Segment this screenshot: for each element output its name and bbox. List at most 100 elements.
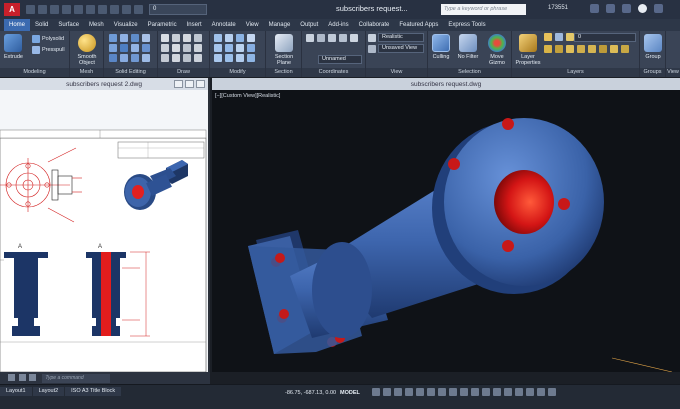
layer-unisolate-icon[interactable] [555,45,563,53]
customize-icon[interactable] [18,373,26,381]
move-icon[interactable] [214,34,222,42]
move-gizmo-button[interactable]: Move Gizmo [484,34,510,66]
point-icon[interactable] [172,54,180,62]
erase-icon[interactable] [236,54,244,62]
tab-home[interactable]: Home [4,19,31,31]
culling-button[interactable]: Culling [430,34,452,60]
region-icon[interactable] [161,54,169,62]
open-icon[interactable] [38,5,47,14]
tab-solid[interactable]: Solid [30,19,53,31]
layer-freeze-icon[interactable] [555,33,563,41]
cart-icon[interactable] [590,4,599,13]
layer-previous-icon[interactable] [577,45,585,53]
polysolid-button[interactable]: Polysolid [32,35,64,43]
recent-commands-icon[interactable] [29,373,37,381]
layer-lock-icon[interactable] [566,33,574,41]
array-icon[interactable] [214,44,222,52]
layer-match-icon[interactable] [566,45,574,53]
drawing-sheet[interactable]: A A [0,90,208,373]
color-icon[interactable] [134,5,143,14]
ucs-origin-icon[interactable] [328,34,336,42]
exchange-icon[interactable] [606,4,615,13]
slice-icon[interactable] [109,44,117,52]
panel-title-solid-editing[interactable]: Solid Editing [104,68,157,77]
tab-express-tools[interactable]: Express Tools [443,19,490,31]
panel-title-groups[interactable]: Groups [640,68,665,77]
fillet-edge-icon[interactable] [142,34,150,42]
smooth-object-button[interactable]: Smooth Object [72,34,102,66]
new-icon[interactable] [26,5,35,14]
thicken-icon[interactable] [120,44,128,52]
mirror-icon[interactable] [247,34,255,42]
layer-walk-icon[interactable] [599,45,607,53]
layer-off-icon[interactable] [588,45,596,53]
ucs-name-combo[interactable]: Unnamed [318,55,362,64]
osnap-icon[interactable] [416,388,424,396]
trim-icon[interactable] [225,44,233,52]
ucs-z-icon[interactable] [339,34,347,42]
shell-icon[interactable] [142,54,150,62]
save-icon[interactable] [50,5,59,14]
tab-parametric[interactable]: Parametric [143,19,182,31]
help-icon[interactable] [638,4,647,13]
selection-cycling-icon[interactable] [460,388,468,396]
panel-title-view[interactable]: View [366,68,427,77]
panel-title-selection[interactable]: Selection [428,68,511,77]
layer-properties-button[interactable]: Layer Properties [514,34,542,66]
workspace-icon[interactable] [504,388,512,396]
circle-icon[interactable] [183,34,191,42]
spline-icon[interactable] [183,44,191,52]
offset-edge-icon[interactable] [120,54,128,62]
a360-icon[interactable] [622,4,631,13]
explode-icon[interactable] [225,54,233,62]
polyline-icon[interactable] [172,34,180,42]
tab-visualize[interactable]: Visualize [109,19,143,31]
extract-edges-icon[interactable] [109,54,117,62]
app-menu-button[interactable]: A [4,3,20,16]
panel-title-mesh[interactable]: Mesh [70,68,103,77]
arc-icon[interactable] [194,34,202,42]
customize-status-icon[interactable] [548,388,556,396]
redo-icon[interactable] [98,5,107,14]
tab-add-ins[interactable]: Add-ins [323,19,353,31]
copy-icon[interactable] [247,54,255,62]
ucs-world-icon[interactable] [317,34,325,42]
panel-title-coordinates[interactable]: Coordinates [302,68,365,77]
subtract-icon[interactable] [120,34,128,42]
layout-tab-3[interactable]: ISO A3 Title Block [65,387,122,396]
extend-icon[interactable] [236,44,244,52]
dynamic-ucs-icon[interactable] [482,388,490,396]
lineweight-icon[interactable] [438,388,446,396]
model-space-toggle[interactable]: MODEL [340,390,360,396]
layout-tab-2[interactable]: Layout2 [32,387,65,396]
tab-view[interactable]: View [241,19,264,31]
tab-manage[interactable]: Manage [264,19,296,31]
save-as-icon[interactable] [62,5,71,14]
ortho-icon[interactable] [394,388,402,396]
layer-delete-icon[interactable] [621,45,629,53]
plot-icon[interactable] [74,5,83,14]
tab-output[interactable]: Output [295,19,323,31]
close-icon[interactable] [196,80,205,88]
no-filter-button[interactable]: No Filter [454,34,482,60]
grid-icon[interactable] [372,388,380,396]
user-id[interactable]: 173551 [548,5,568,11]
named-view-combo[interactable]: Unsaved View [378,44,424,53]
layers-icon[interactable] [122,5,131,14]
clean-screen-icon[interactable] [537,388,545,396]
command-input[interactable]: Type a command [42,373,111,383]
tab-featured-apps[interactable]: Featured Apps [394,19,443,31]
dropdown-icon[interactable] [654,4,663,13]
separate-icon[interactable] [142,44,150,52]
tab-mesh[interactable]: Mesh [84,19,109,31]
extrude-button[interactable]: Extrude [4,34,23,60]
tab-surface[interactable]: Surface [53,19,84,31]
workspace-combo[interactable]: 0 [149,4,207,15]
fillet-icon[interactable] [247,44,255,52]
coordinate-readout[interactable]: -86.75, -687.13, 0.00 [285,390,336,396]
intersect-icon[interactable] [131,34,139,42]
rotate-icon[interactable] [225,34,233,42]
panel-title-section[interactable]: Section [266,68,301,77]
undo-icon[interactable] [86,5,95,14]
layout-tab-1[interactable]: Layout1 [0,387,32,396]
